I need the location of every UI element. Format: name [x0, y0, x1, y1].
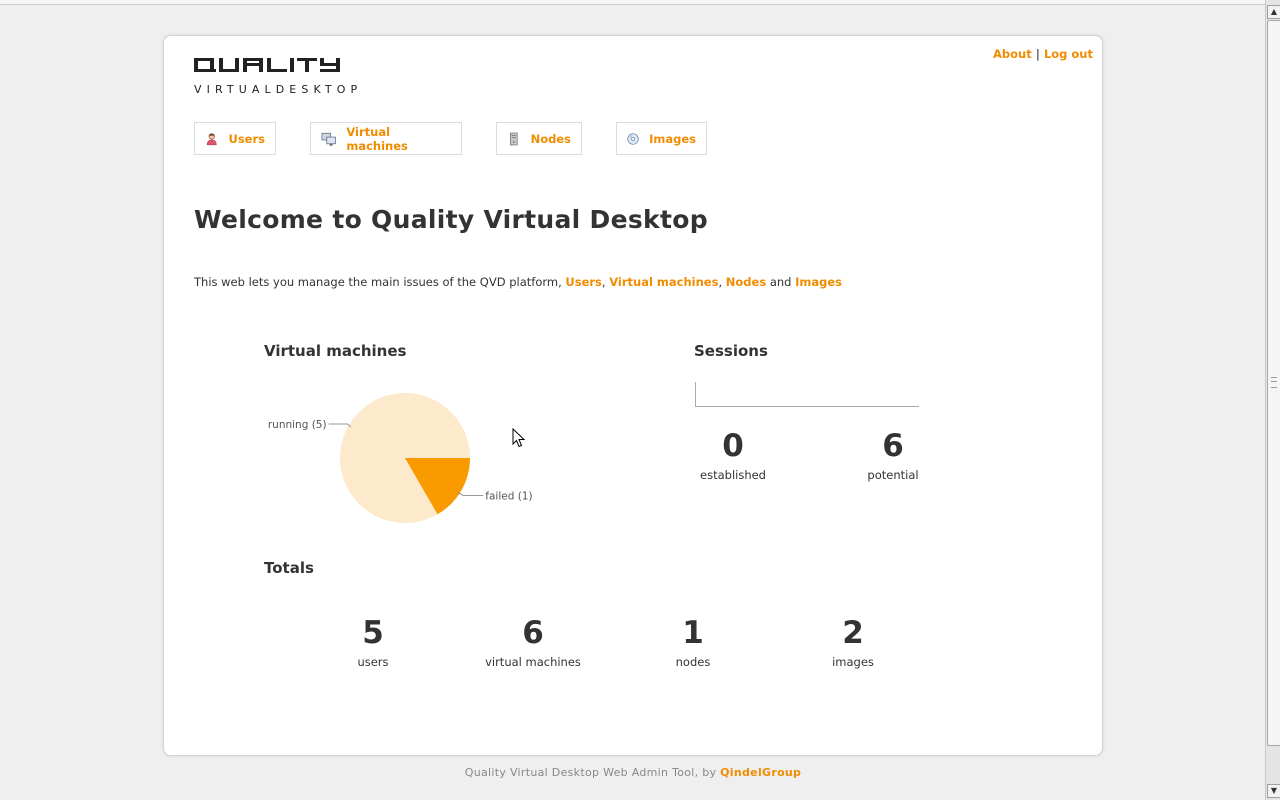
vm-section-title: Virtual machines: [264, 342, 407, 360]
total-nodes: 1 nodes: [633, 617, 753, 669]
sessions-established-value: 0: [722, 428, 744, 464]
intro-comma: ,: [601, 275, 606, 289]
intro-and: and: [769, 275, 792, 289]
sessions-title: Sessions: [694, 342, 768, 360]
total-users-value: 5: [362, 615, 384, 651]
total-images: 2 images: [793, 617, 913, 669]
total-images-value: 2: [842, 615, 864, 651]
vm-pie-chart: running (5) failed (1): [268, 393, 533, 523]
logo-subtitle: VIRTUALDESKTOP: [194, 83, 363, 96]
total-virtual-machines-label: virtual machines: [485, 655, 581, 669]
about-link[interactable]: About: [993, 47, 1032, 61]
intro-link-users[interactable]: Users: [565, 275, 602, 289]
intro-link-virtual-machines[interactable]: Virtual machines: [609, 275, 718, 289]
intro-comma: ,: [718, 275, 723, 289]
intro-link-nodes[interactable]: Nodes: [726, 275, 766, 289]
sessions-potential-label: potential: [867, 468, 919, 482]
scroll-down-arrow-icon[interactable]: ▼: [1267, 784, 1280, 798]
tab-users-label: Users: [228, 131, 266, 146]
main-panel: About | Log out VIRTUALDESKTOP Users Vir…: [163, 35, 1103, 756]
tab-nodes[interactable]: Nodes: [496, 122, 582, 155]
pie-label-running: running (5): [268, 419, 327, 431]
total-users-label: users: [357, 655, 389, 669]
intro-text: This web lets you manage the main issues…: [194, 275, 842, 289]
footer-link-qindelgroup[interactable]: QindelGroup: [720, 766, 801, 779]
total-nodes-value: 1: [682, 615, 704, 651]
sessions-established: 0 established: [673, 430, 793, 482]
total-virtual-machines-value: 6: [522, 615, 544, 651]
intro-prefix: This web lets you manage the main issues…: [194, 275, 562, 289]
tab-users[interactable]: Users: [194, 122, 276, 155]
pie-leader-line: [458, 492, 484, 496]
logout-link[interactable]: Log out: [1044, 47, 1093, 61]
tab-images-label: Images: [649, 131, 696, 146]
total-virtual-machines: 6 virtual machines: [473, 617, 593, 669]
pie-leader-line: [328, 423, 351, 428]
total-nodes-label: nodes: [675, 655, 711, 669]
footer: Quality Virtual Desktop Web Admin Tool, …: [0, 766, 1266, 779]
scroll-up-arrow-icon[interactable]: ▲: [1267, 5, 1280, 19]
sessions-potential-value: 6: [882, 428, 904, 464]
intro-link-images[interactable]: Images: [795, 275, 842, 289]
sessions-bar-chart: [695, 382, 919, 407]
tab-virtual-machines[interactable]: Virtual machines: [310, 122, 462, 155]
top-links-separator: |: [1035, 47, 1040, 61]
tab-images[interactable]: Images: [616, 122, 707, 155]
totals-title: Totals: [264, 559, 314, 577]
disc-icon: [627, 132, 639, 145]
footer-text: Quality Virtual Desktop Web Admin Tool, …: [464, 766, 717, 779]
tab-virtual-machines-label: Virtual machines: [346, 124, 408, 153]
vertical-scrollbar[interactable]: ▲ ▼: [1265, 0, 1280, 800]
mouse-cursor-icon: [512, 428, 526, 448]
scrollbar-grip-icon: [1271, 377, 1277, 388]
total-users: 5 users: [313, 617, 433, 669]
page-title: Welcome to Quality Virtual Desktop: [194, 205, 708, 234]
scrollbar-thumb[interactable]: [1267, 20, 1280, 746]
total-images-label: images: [832, 655, 874, 669]
pie-label-failed: failed (1): [485, 491, 532, 503]
browser-top-border: [0, 0, 1266, 5]
monitors-icon: [321, 132, 336, 146]
top-links: About | Log out: [993, 47, 1093, 61]
sessions-potential: 6 potential: [833, 430, 953, 482]
server-icon: [510, 132, 518, 145]
tab-nodes-label: Nodes: [530, 131, 571, 146]
user-icon: [206, 132, 217, 145]
sessions-established-label: established: [700, 468, 766, 482]
